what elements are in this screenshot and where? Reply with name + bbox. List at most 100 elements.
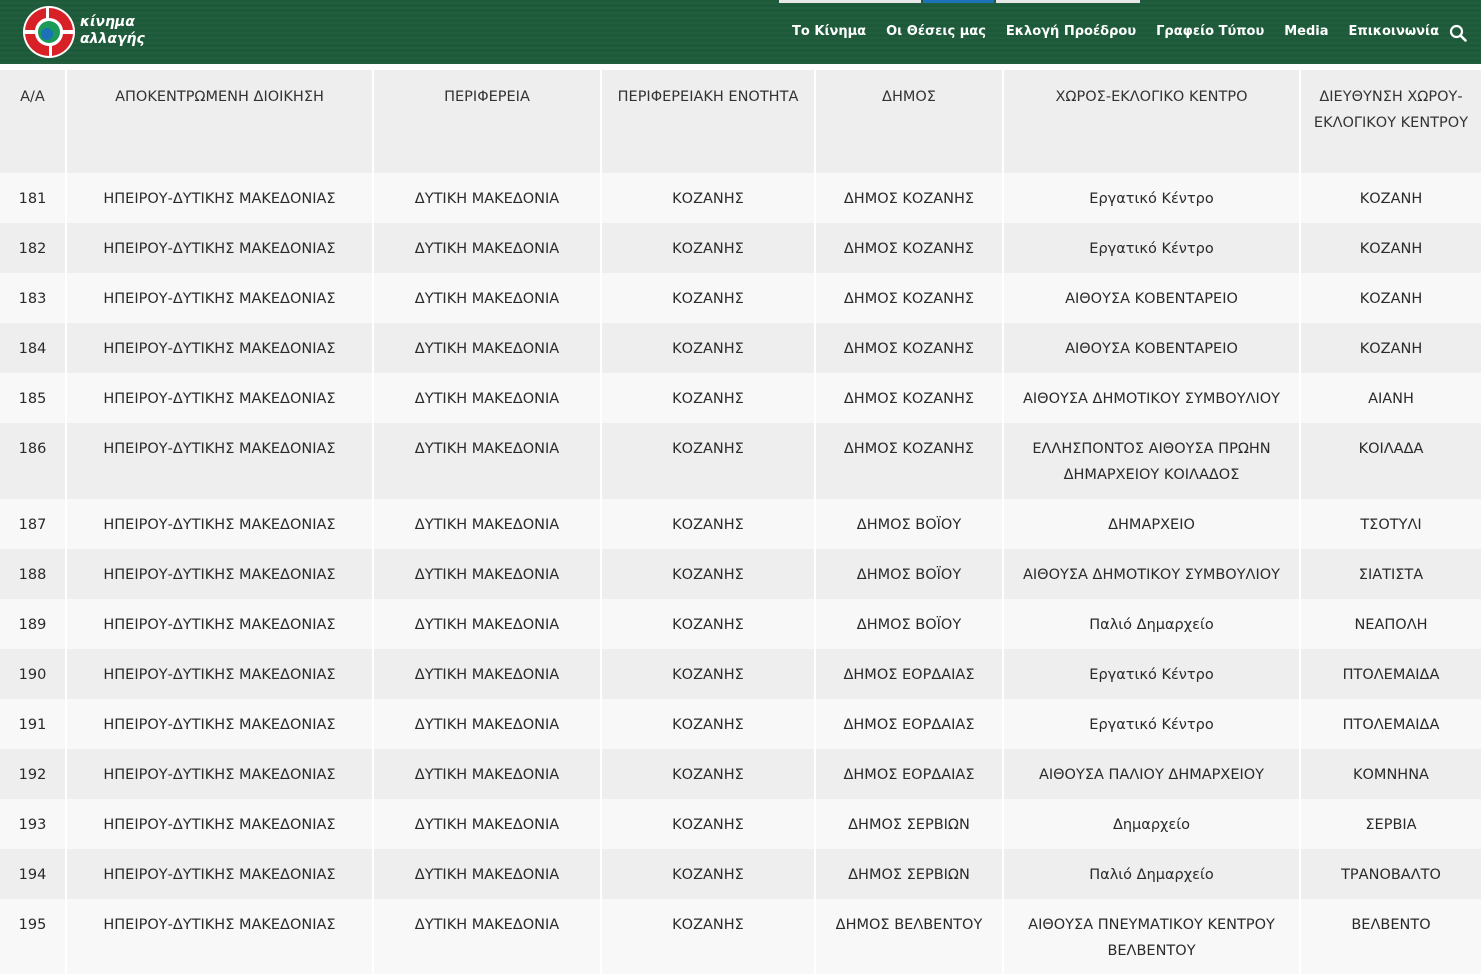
nav-epikoinonia[interactable]: Επικοινωνία: [1349, 24, 1439, 39]
cell-aa: 191: [0, 699, 67, 749]
table-row: 188 ΗΠΕΙΡΟΥ-ΔΥΤΙΚΗΣ ΜΑΚΕΔΟΝΙΑΣ ΔΥΤΙΚΗ ΜΑΚΕ…: [0, 549, 1481, 599]
main-nav: Το Κίνημα Οι Θέσεις μας Εκλογή Προέδρου …: [772, 24, 1439, 39]
table-row: 190 ΗΠΕΙΡΟΥ-ΔΥΤΙΚΗΣ ΜΑΚΕΔΟΝΙΑΣ ΔΥΤΙΚΗ ΜΑΚΕ…: [0, 649, 1481, 699]
cell-polling-center: ΑΙΘΟΥΣΑ ΔΗΜΟΤΙΚΟΥ ΣΥΜΒΟΥΛΙΟΥ: [1004, 373, 1301, 423]
cell-region: ΔΥΤΙΚΗ ΜΑΚΕΔΟΝΙΑ: [374, 549, 602, 599]
cell-decentralized-administration: ΗΠΕΙΡΟΥ-ΔΥΤΙΚΗΣ ΜΑΚΕΔΟΝΙΑΣ: [67, 273, 374, 323]
cell-decentralized-administration: ΗΠΕΙΡΟΥ-ΔΥΤΙΚΗΣ ΜΑΚΕΔΟΝΙΑΣ: [67, 699, 374, 749]
cell-aa: 190: [0, 649, 67, 699]
cell-polling-address: ΠΤΟΛΕΜΑΙΔΑ: [1301, 649, 1481, 699]
cell-aa: 187: [0, 499, 67, 549]
nav-oi-theseis-mas[interactable]: Οι Θέσεις μας: [886, 24, 986, 39]
cell-regional-unit: ΚΟΖΑΝΗΣ: [602, 499, 816, 549]
cell-decentralized-administration: ΗΠΕΙΡΟΥ-ΔΥΤΙΚΗΣ ΜΑΚΕΔΟΝΙΑΣ: [67, 899, 374, 974]
tab-indicator-active: [923, 0, 994, 3]
cell-polling-address: ΠΤΟΛΕΜΑΙΔΑ: [1301, 699, 1481, 749]
table-row: 194 ΗΠΕΙΡΟΥ-ΔΥΤΙΚΗΣ ΜΑΚΕΔΟΝΙΑΣ ΔΥΤΙΚΗ ΜΑΚΕ…: [0, 849, 1481, 899]
cell-regional-unit: ΚΟΖΑΝΗΣ: [602, 223, 816, 273]
cell-municipality: ΔΗΜΟΣ ΣΕΡΒΙΩΝ: [816, 799, 1004, 849]
cell-aa: 181: [0, 173, 67, 223]
cell-polling-center: Παλιό Δημαρχείο: [1004, 849, 1301, 899]
cell-polling-address: ΤΣΟΤΥΛΙ: [1301, 499, 1481, 549]
column-header-polling-center: ΧΩΡΟΣ-ΕΚΛΟΓΙΚΟ ΚΕΝΤΡΟ: [1004, 70, 1301, 173]
cell-region: ΔΥΤΙΚΗ ΜΑΚΕΔΟΝΙΑ: [374, 273, 602, 323]
cell-polling-address: ΤΡΑΝΟΒΑΛΤΟ: [1301, 849, 1481, 899]
cell-region: ΔΥΤΙΚΗ ΜΑΚΕΔΟΝΙΑ: [374, 499, 602, 549]
cell-decentralized-administration: ΗΠΕΙΡΟΥ-ΔΥΤΙΚΗΣ ΜΑΚΕΔΟΝΙΑΣ: [67, 323, 374, 373]
nav-media[interactable]: Media: [1284, 24, 1328, 39]
cell-regional-unit: ΚΟΖΑΝΗΣ: [602, 549, 816, 599]
cell-region: ΔΥΤΙΚΗ ΜΑΚΕΔΟΝΙΑ: [374, 173, 602, 223]
nav-eklogi-proedrou[interactable]: Εκλογή Προέδρου: [1006, 24, 1136, 39]
table-row: 183 ΗΠΕΙΡΟΥ-ΔΥΤΙΚΗΣ ΜΑΚΕΔΟΝΙΑΣ ΔΥΤΙΚΗ ΜΑΚΕ…: [0, 273, 1481, 323]
cell-aa: 189: [0, 599, 67, 649]
cell-decentralized-administration: ΗΠΕΙΡΟΥ-ΔΥΤΙΚΗΣ ΜΑΚΕΔΟΝΙΑΣ: [67, 749, 374, 799]
cell-polling-address: ΚΟΖΑΝΗ: [1301, 223, 1481, 273]
cell-polling-address: ΣΙΑΤΙΣΤΑ: [1301, 549, 1481, 599]
cell-region: ΔΥΤΙΚΗ ΜΑΚΕΔΟΝΙΑ: [374, 699, 602, 749]
cell-aa: 186: [0, 423, 67, 499]
cell-polling-center: ΑΙΘΟΥΣΑ ΔΗΜΟΤΙΚΟΥ ΣΥΜΒΟΥΛΙΟΥ: [1004, 549, 1301, 599]
cell-polling-address: ΑΙΑΝΗ: [1301, 373, 1481, 423]
table-row: 187 ΗΠΕΙΡΟΥ-ΔΥΤΙΚΗΣ ΜΑΚΕΔΟΝΙΑΣ ΔΥΤΙΚΗ ΜΑΚΕ…: [0, 499, 1481, 549]
cell-regional-unit: ΚΟΖΑΝΗΣ: [602, 373, 816, 423]
cell-region: ΔΥΤΙΚΗ ΜΑΚΕΔΟΝΙΑ: [374, 599, 602, 649]
site-header: κίνημα αλλαγής Το Κίνημα Οι Θέσεις μας Ε…: [0, 0, 1481, 64]
cell-regional-unit: ΚΟΖΑΝΗΣ: [602, 649, 816, 699]
column-header-municipality: ΔΗΜΟΣ: [816, 70, 1004, 173]
cell-regional-unit: ΚΟΖΑΝΗΣ: [602, 799, 816, 849]
table-row: 195 ΗΠΕΙΡΟΥ-ΔΥΤΙΚΗΣ ΜΑΚΕΔΟΝΙΑΣ ΔΥΤΙΚΗ ΜΑΚΕ…: [0, 899, 1481, 974]
logo-line-1: κίνημα: [80, 14, 135, 30]
cell-region: ΔΥΤΙΚΗ ΜΑΚΕΔΟΝΙΑ: [374, 223, 602, 273]
logo-text[interactable]: κίνημα αλλαγής: [80, 14, 145, 48]
nav-to-kinima[interactable]: Το Κίνημα: [792, 24, 866, 39]
tab-indicator-left: [779, 0, 921, 3]
cell-polling-address: ΒΕΛΒΕΝΤΟ: [1301, 899, 1481, 974]
nav-grafeio-typou[interactable]: Γραφείο Τύπου: [1156, 24, 1264, 39]
cell-polling-center: Δημαρχείο: [1004, 799, 1301, 849]
cell-regional-unit: ΚΟΖΑΝΗΣ: [602, 273, 816, 323]
cell-polling-center: ΔΗΜΑΡΧΕΙΟ: [1004, 499, 1301, 549]
search-icon[interactable]: [1449, 24, 1467, 42]
cell-polling-center: ΑΙΘΟΥΣΑ ΚΟΒΕΝΤΑΡΕΙΟ: [1004, 323, 1301, 373]
cell-municipality: ΔΗΜΟΣ ΒΟΪΟΥ: [816, 549, 1004, 599]
cell-decentralized-administration: ΗΠΕΙΡΟΥ-ΔΥΤΙΚΗΣ ΜΑΚΕΔΟΝΙΑΣ: [67, 223, 374, 273]
table-row: 185 ΗΠΕΙΡΟΥ-ΔΥΤΙΚΗΣ ΜΑΚΕΔΟΝΙΑΣ ΔΥΤΙΚΗ ΜΑΚΕ…: [0, 373, 1481, 423]
logo-icon[interactable]: [22, 4, 76, 60]
cell-polling-center: Παλιό Δημαρχείο: [1004, 599, 1301, 649]
polling-centers-table: Α/Α ΑΠΟΚΕΝΤΡΩΜΕΝΗ ΔΙΟΙΚΗΣΗ ΠΕΡΙΦΕΡΕΙΑ ΠΕ…: [0, 70, 1481, 974]
cell-municipality: ΔΗΜΟΣ ΕΟΡΔΑΙΑΣ: [816, 749, 1004, 799]
cell-aa: 192: [0, 749, 67, 799]
cell-aa: 184: [0, 323, 67, 373]
cell-aa: 185: [0, 373, 67, 423]
cell-region: ΔΥΤΙΚΗ ΜΑΚΕΔΟΝΙΑ: [374, 323, 602, 373]
cell-region: ΔΥΤΙΚΗ ΜΑΚΕΔΟΝΙΑ: [374, 899, 602, 974]
logo-line-2: αλλαγής: [80, 31, 145, 47]
table-row: 192 ΗΠΕΙΡΟΥ-ΔΥΤΙΚΗΣ ΜΑΚΕΔΟΝΙΑΣ ΔΥΤΙΚΗ ΜΑΚΕ…: [0, 749, 1481, 799]
cell-municipality: ΔΗΜΟΣ ΚΟΖΑΝΗΣ: [816, 173, 1004, 223]
cell-decentralized-administration: ΗΠΕΙΡΟΥ-ΔΥΤΙΚΗΣ ΜΑΚΕΔΟΝΙΑΣ: [67, 173, 374, 223]
cell-regional-unit: ΚΟΖΑΝΗΣ: [602, 849, 816, 899]
cell-polling-center: Εργατικό Κέντρο: [1004, 649, 1301, 699]
cell-polling-address: ΚΟΖΑΝΗ: [1301, 273, 1481, 323]
cell-polling-center: Εργατικό Κέντρο: [1004, 173, 1301, 223]
cell-decentralized-administration: ΗΠΕΙΡΟΥ-ΔΥΤΙΚΗΣ ΜΑΚΕΔΟΝΙΑΣ: [67, 373, 374, 423]
cell-region: ΔΥΤΙΚΗ ΜΑΚΕΔΟΝΙΑ: [374, 373, 602, 423]
column-header-regional-unit: ΠΕΡΙΦΕΡΕΙΑΚΗ ΕΝΟΤΗΤΑ: [602, 70, 816, 173]
cell-municipality: ΔΗΜΟΣ ΚΟΖΑΝΗΣ: [816, 373, 1004, 423]
cell-polling-address: ΣΕΡΒΙΑ: [1301, 799, 1481, 849]
cell-aa: 194: [0, 849, 67, 899]
cell-polling-address: ΝΕΑΠΟΛΗ: [1301, 599, 1481, 649]
cell-regional-unit: ΚΟΖΑΝΗΣ: [602, 599, 816, 649]
cell-region: ΔΥΤΙΚΗ ΜΑΚΕΔΟΝΙΑ: [374, 749, 602, 799]
table-body: 181 ΗΠΕΙΡΟΥ-ΔΥΤΙΚΗΣ ΜΑΚΕΔΟΝΙΑΣ ΔΥΤΙΚΗ ΜΑΚΕ…: [0, 173, 1481, 974]
cell-polling-center: ΑΙΘΟΥΣΑ ΚΟΒΕΝΤΑΡΕΙΟ: [1004, 273, 1301, 323]
cell-regional-unit: ΚΟΖΑΝΗΣ: [602, 173, 816, 223]
cell-decentralized-administration: ΗΠΕΙΡΟΥ-ΔΥΤΙΚΗΣ ΜΑΚΕΔΟΝΙΑΣ: [67, 649, 374, 699]
cell-regional-unit: ΚΟΖΑΝΗΣ: [602, 323, 816, 373]
cell-decentralized-administration: ΗΠΕΙΡΟΥ-ΔΥΤΙΚΗΣ ΜΑΚΕΔΟΝΙΑΣ: [67, 423, 374, 499]
cell-municipality: ΔΗΜΟΣ ΒΟΪΟΥ: [816, 599, 1004, 649]
cell-polling-address: ΚΟΜΝΗΝΑ: [1301, 749, 1481, 799]
cell-decentralized-administration: ΗΠΕΙΡΟΥ-ΔΥΤΙΚΗΣ ΜΑΚΕΔΟΝΙΑΣ: [67, 599, 374, 649]
cell-aa: 183: [0, 273, 67, 323]
